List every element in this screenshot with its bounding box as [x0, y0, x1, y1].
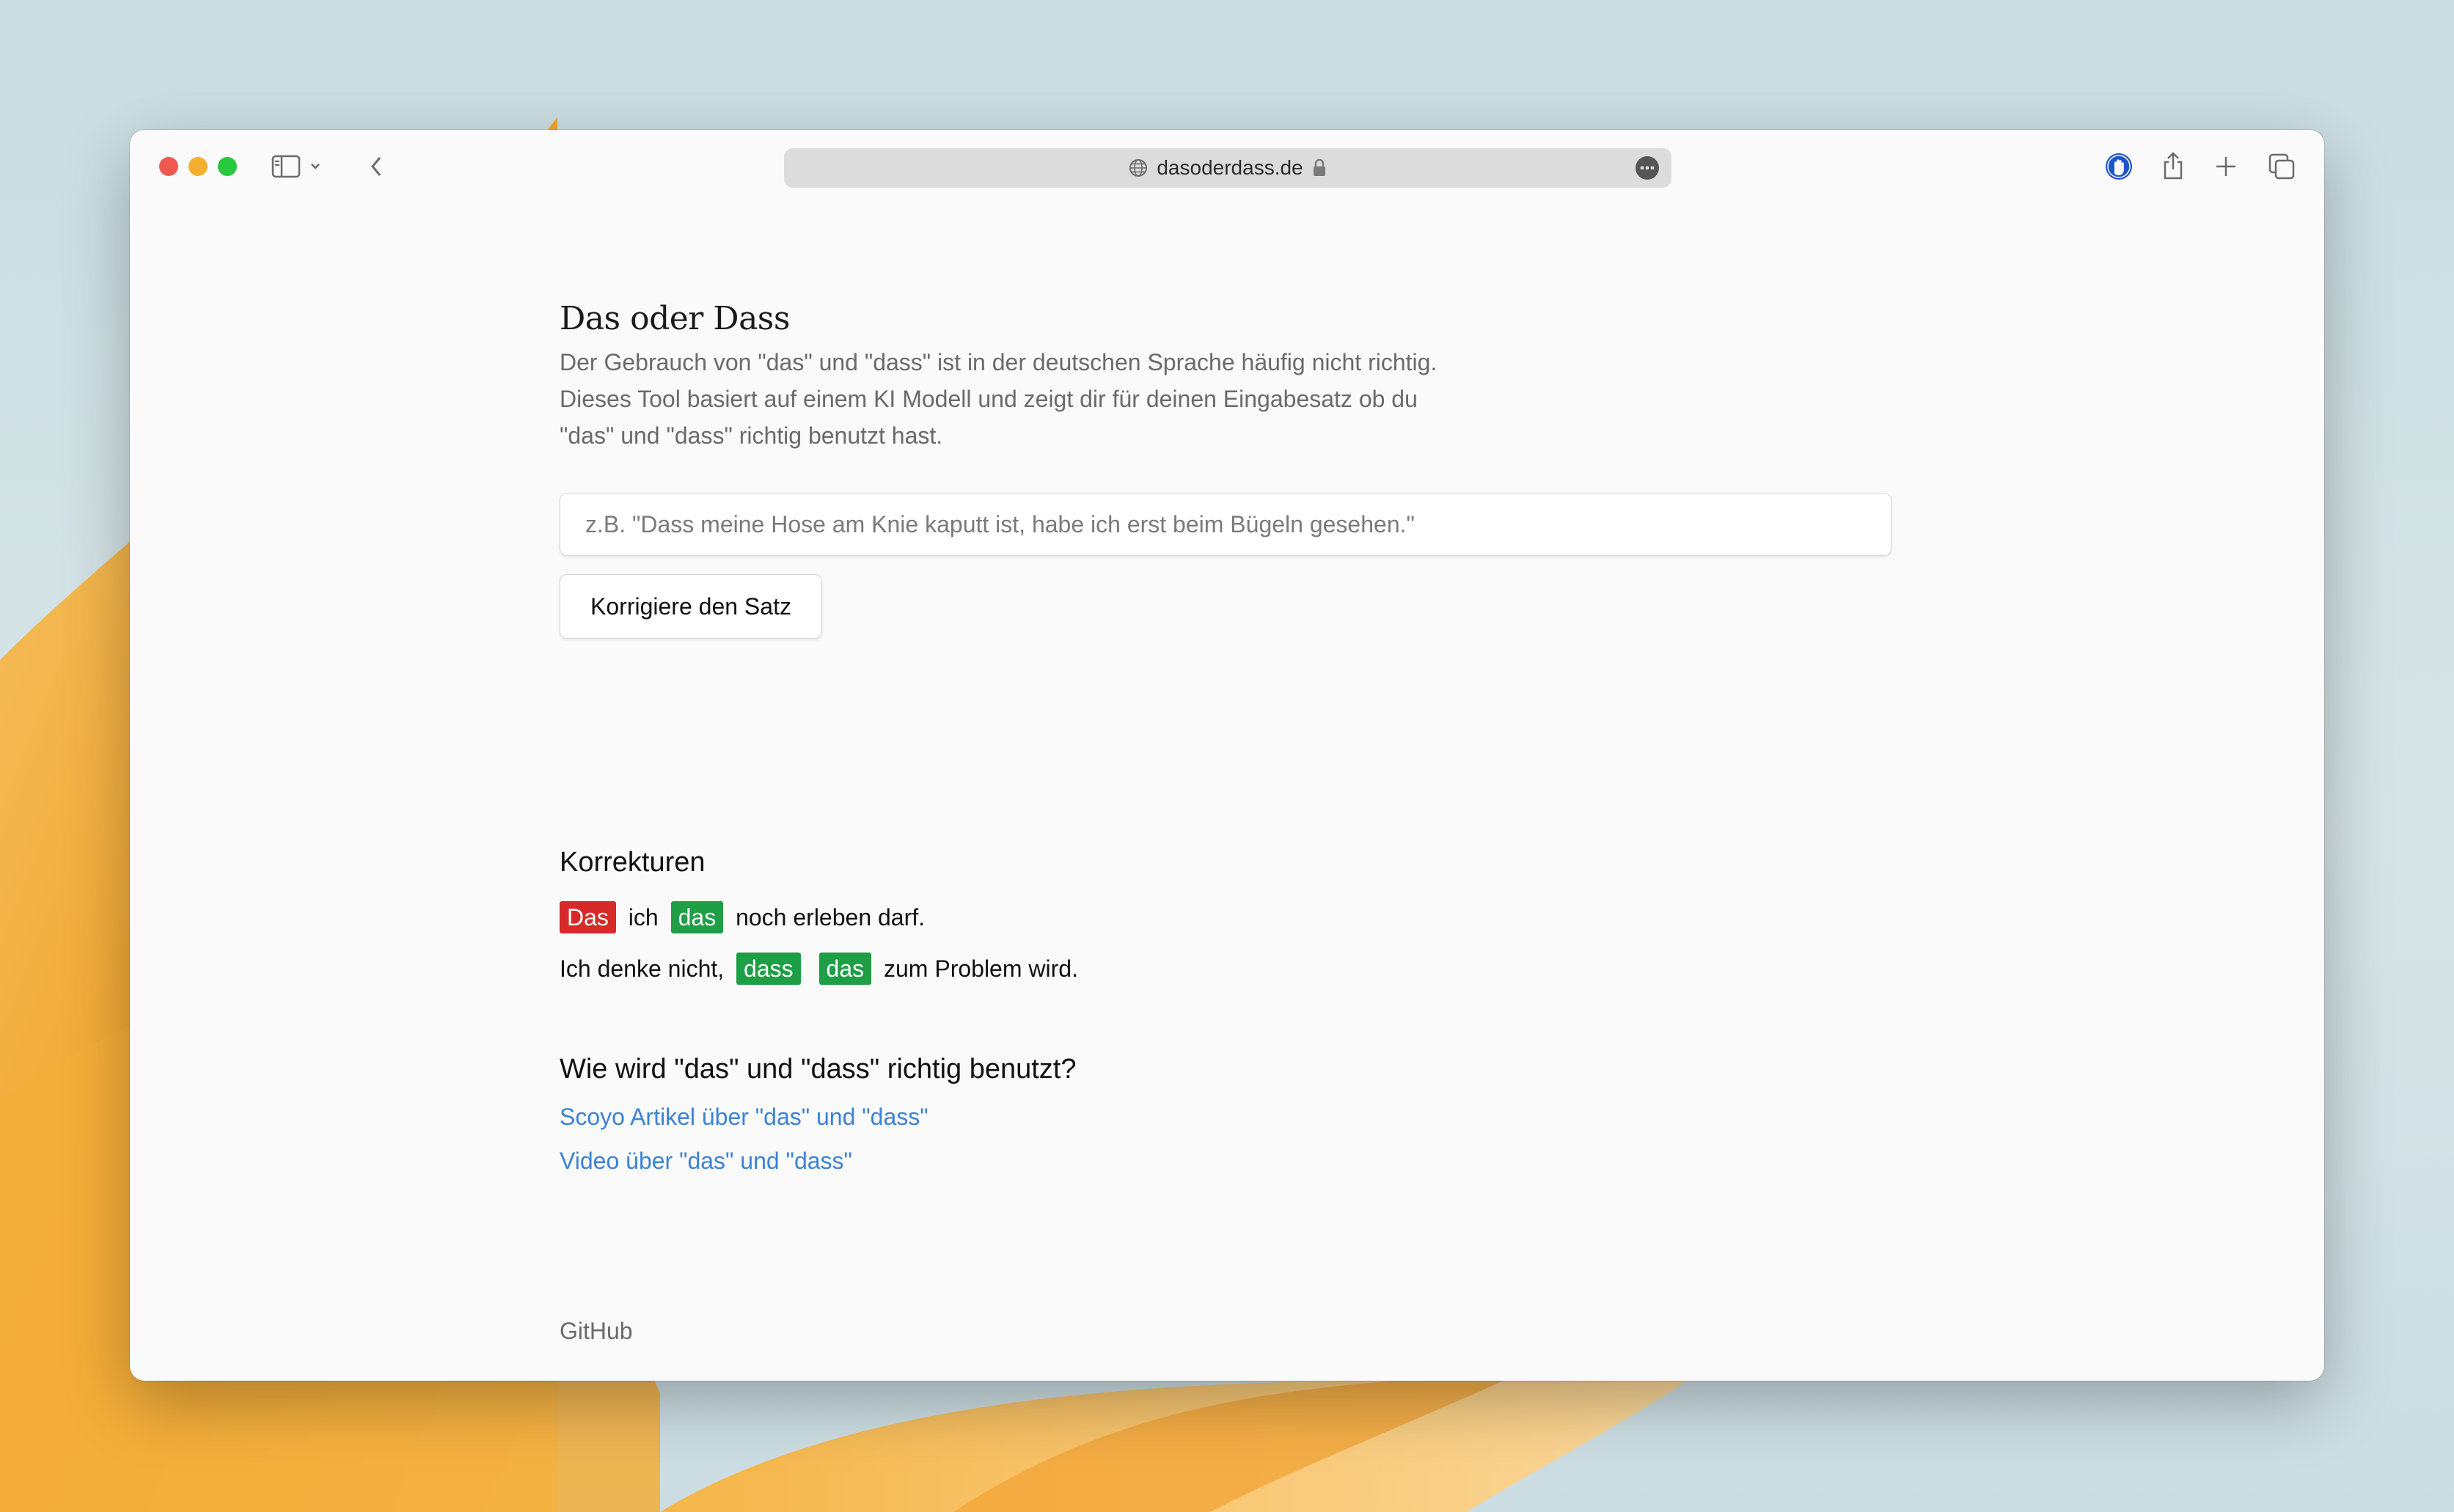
correction-sentence: Ich denke nicht, dass das zum Problem wi…	[560, 953, 1078, 985]
sentence-text: noch erleben darf.	[729, 903, 926, 931]
tabs-overview-icon	[2268, 153, 2295, 180]
scoyo-article-link[interactable]: Scoyo Artikel über "das" und "dass"	[560, 1104, 929, 1131]
browser-window: dasoderdass.de Das oder Dass Der Gebrauc…	[130, 130, 2324, 1381]
sidebar-icon	[271, 155, 301, 178]
description-line: Dieses Tool basiert auf einem KI Modell …	[560, 386, 1418, 412]
correct-word-highlight: das	[670, 901, 724, 933]
correct-word-highlight: das	[818, 953, 872, 985]
chevron-down-icon	[311, 164, 320, 169]
globe-icon	[1129, 159, 1148, 177]
new-tab-button[interactable]	[2211, 152, 2241, 181]
chevron-left-icon	[371, 157, 381, 176]
url-text[interactable]: dasoderdass.de	[1157, 156, 1303, 180]
help-heading: Wie wird "das" und "dass" richtig benutz…	[560, 1054, 1077, 1085]
description-line: Der Gebrauch von "das" und "dass" ist in…	[560, 349, 1437, 375]
address-bar[interactable]: dasoderdass.de	[784, 148, 1671, 188]
sentence-text: zum Problem wird.	[877, 955, 1078, 982]
browser-toolbar: dasoderdass.de	[130, 130, 2324, 203]
hand-icon	[2106, 153, 2132, 180]
ellipsis-icon[interactable]	[1635, 155, 1660, 180]
lock-icon	[1313, 158, 1325, 176]
corrections-heading: Korrekturen	[560, 847, 706, 878]
wrong-word-highlight: Das	[560, 901, 616, 933]
sentence-text: Ich denke nicht,	[560, 955, 731, 982]
plus-icon	[2216, 157, 2235, 176]
github-link[interactable]: GitHub	[560, 1318, 633, 1345]
sidebar-toggle-button[interactable]	[271, 152, 322, 181]
tab-overview-button[interactable]	[2266, 150, 2298, 183]
minimize-window-button[interactable]	[188, 157, 208, 176]
page-title: Das oder Dass	[560, 300, 790, 337]
back-button[interactable]	[363, 152, 389, 181]
zoom-window-button[interactable]	[218, 157, 237, 176]
video-link[interactable]: Video über "das" und "dass"	[560, 1148, 852, 1175]
sentence-input[interactable]	[560, 493, 1891, 556]
close-window-button[interactable]	[159, 157, 178, 176]
share-icon	[2164, 152, 2183, 180]
page-description: Der Gebrauch von "das" und "dass" ist in…	[560, 344, 1513, 454]
correction-sentence: Das ich das noch erleben darf.	[560, 901, 925, 933]
extension-button[interactable]	[2103, 150, 2135, 183]
correct-word-highlight: dass	[736, 953, 801, 985]
sentence-text	[807, 955, 813, 983]
description-line: "das" und "dass" richtig benutzt hast.	[560, 422, 943, 449]
share-button[interactable]	[2158, 149, 2188, 183]
correct-sentence-button[interactable]: Korrigiere den Satz	[560, 574, 822, 639]
sentence-text: ich	[621, 903, 665, 931]
